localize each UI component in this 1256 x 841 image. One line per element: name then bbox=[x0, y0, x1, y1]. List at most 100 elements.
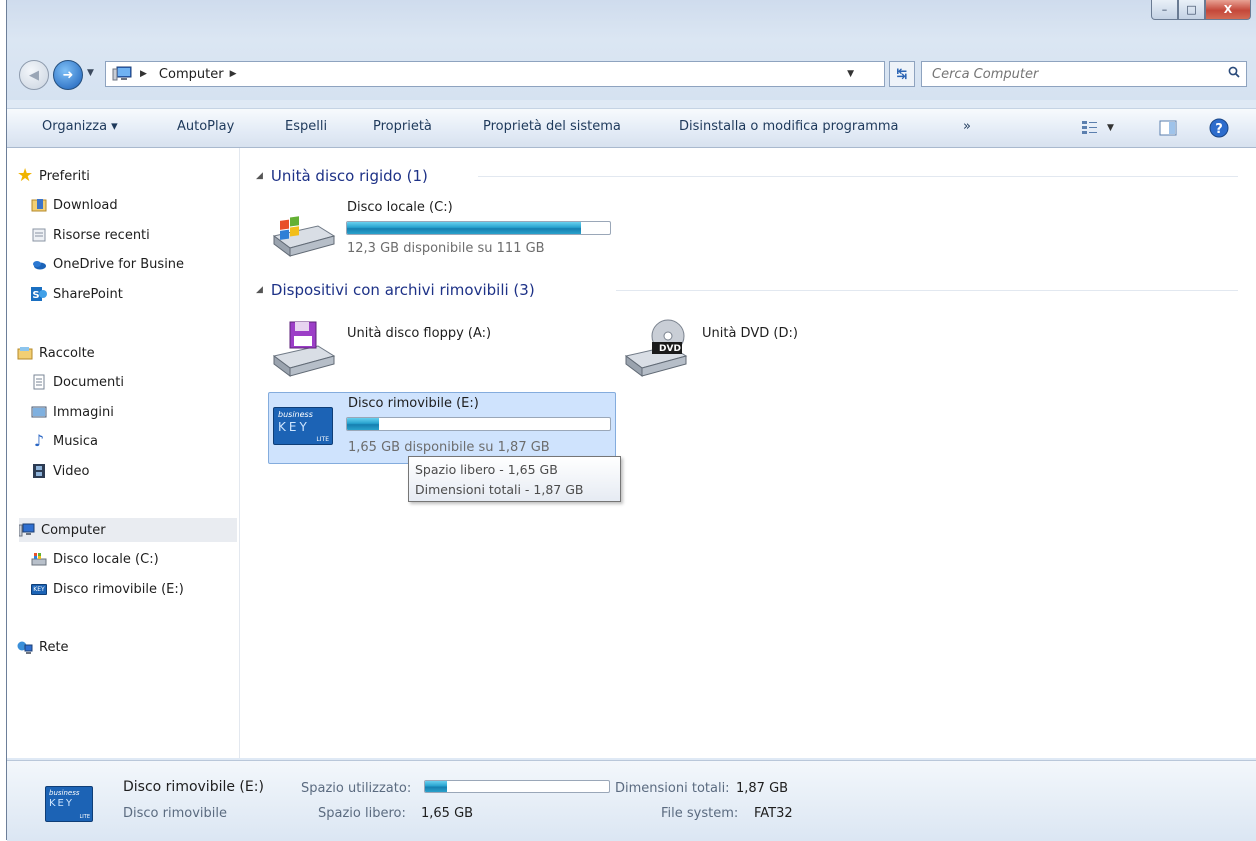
preview-pane-button[interactable] bbox=[1159, 116, 1177, 140]
eject-button[interactable]: Espelli bbox=[285, 119, 327, 134]
group-header-removable-devices[interactable]: ◢ Dispositivi con archivi rimovibili (3) bbox=[256, 280, 535, 300]
sidebar-item-label: Download bbox=[53, 197, 118, 213]
details-total-value: 1,87 GB bbox=[736, 781, 789, 796]
sidebar-item-label: Disco locale (C:) bbox=[53, 551, 159, 567]
sidebar-item-download[interactable]: Download bbox=[31, 193, 251, 217]
sidebar-item-music[interactable]: ♪ Musica bbox=[31, 429, 251, 453]
navigation-row: ◀ ➜ ▼ ▶ Computer ▶ ▼ ↹ Cerca Computer bbox=[19, 58, 1249, 90]
details-pane: business KEY LITE Disco rimovibile (E:) … bbox=[7, 760, 1256, 841]
collapse-triangle-icon[interactable]: ◢ bbox=[256, 171, 263, 181]
address-history-dropdown-icon[interactable]: ▼ bbox=[847, 69, 854, 79]
details-total-label: Dimensioni totali: bbox=[615, 781, 730, 796]
view-options-icon bbox=[1082, 121, 1097, 134]
star-icon: ★ bbox=[17, 165, 34, 186]
drive-local-disk-c[interactable]: Disco locale (C:) 12,3 GB disponibile su… bbox=[268, 200, 628, 270]
drive-free-space: 1,65 GB disponibile su 1,87 GB bbox=[348, 440, 550, 455]
forward-arrow-icon: ➜ bbox=[62, 67, 74, 83]
sidebar-item-recent[interactable]: Risorse recenti bbox=[31, 223, 251, 247]
view-dropdown-icon: ▼ bbox=[1107, 123, 1114, 133]
group-header-hard-disks[interactable]: ◢ Unità disco rigido (1) bbox=[256, 166, 428, 186]
logo-lite-text: LITE bbox=[316, 436, 329, 443]
breadcrumb-separator-icon[interactable]: ▶ bbox=[140, 69, 147, 79]
close-button[interactable]: X bbox=[1205, 0, 1251, 20]
breadcrumb-separator-icon[interactable]: ▶ bbox=[230, 69, 237, 79]
details-fs-label: File system: bbox=[661, 806, 739, 821]
business-key-icon: KEY bbox=[31, 581, 47, 597]
sidebar-item-local-disk[interactable]: Disco locale (C:) bbox=[31, 547, 251, 571]
sidebar-item-sharepoint[interactable]: S SharePoint bbox=[31, 282, 251, 306]
uninstall-program-button[interactable]: Disinstalla o modifica programma bbox=[679, 119, 899, 134]
hard-drive-windows-icon bbox=[272, 216, 336, 257]
help-button[interactable]: ? bbox=[1209, 116, 1229, 140]
more-commands-button[interactable]: » bbox=[963, 119, 971, 134]
sidebar-item-label: Risorse recenti bbox=[53, 227, 150, 243]
sidebar-item-pictures[interactable]: Immagini bbox=[31, 400, 251, 424]
group-header-label: Unità disco rigido (1) bbox=[270, 167, 428, 185]
details-usage-bar bbox=[424, 780, 610, 793]
recent-places-icon bbox=[31, 227, 47, 243]
details-used-label: Spazio utilizzato: bbox=[301, 781, 412, 796]
collapse-triangle-icon[interactable]: ◢ bbox=[256, 285, 263, 295]
search-box[interactable] bbox=[921, 61, 1247, 87]
sidebar-item-libraries[interactable]: Raccolte bbox=[17, 341, 237, 365]
sidebar-item-removable-disk[interactable]: KEY Disco rimovibile (E:) bbox=[31, 577, 251, 601]
drive-name: Unità DVD (D:) bbox=[702, 326, 798, 341]
sidebar-item-label: OneDrive for Busine bbox=[53, 256, 185, 272]
sidebar-item-network[interactable]: Rete bbox=[17, 635, 237, 659]
system-properties-button[interactable]: Proprietà del sistema bbox=[483, 119, 621, 134]
organize-menu[interactable]: Organizza ▾ bbox=[42, 119, 118, 134]
sidebar-item-label: Documenti bbox=[53, 374, 124, 390]
forward-button[interactable]: ➜ bbox=[53, 60, 83, 90]
sidebar-item-documents[interactable]: Documenti bbox=[31, 370, 251, 394]
refresh-icon: ↹ bbox=[896, 66, 908, 82]
maximize-button[interactable]: □ bbox=[1178, 0, 1205, 20]
sidebar-item-label: SharePoint bbox=[53, 286, 123, 302]
sidebar-item-label: Musica bbox=[53, 433, 98, 449]
drive-tooltip: Spazio libero - 1,65 GB Dimensioni total… bbox=[408, 456, 621, 502]
dvd-badge: DVD bbox=[659, 344, 681, 354]
sharepoint-icon: S bbox=[31, 286, 47, 302]
sidebar-item-computer[interactable]: Computer bbox=[19, 518, 237, 542]
recent-pages-dropdown-icon[interactable]: ▼ bbox=[87, 68, 94, 78]
drive-dvd-d[interactable]: DVD Unità DVD (D:) bbox=[624, 312, 874, 382]
logo-key-text: KEY bbox=[49, 798, 74, 809]
back-button[interactable]: ◀ bbox=[19, 60, 49, 90]
sidebar-item-label: Immagini bbox=[53, 404, 114, 420]
sidebar-item-video[interactable]: Video bbox=[31, 459, 251, 483]
address-bar[interactable]: ▶ Computer ▶ ▼ bbox=[105, 61, 885, 87]
caption-buttons: – □ X bbox=[1151, 0, 1251, 20]
local-disk-icon bbox=[31, 551, 47, 567]
sidebar-item-label: Preferiti bbox=[39, 168, 90, 184]
search-input[interactable] bbox=[930, 65, 1204, 83]
computer-icon bbox=[19, 522, 35, 538]
minimize-button[interactable]: – bbox=[1151, 0, 1178, 20]
drive-name: Unità disco floppy (A:) bbox=[347, 326, 492, 341]
business-key-logo-icon: business KEY LITE bbox=[273, 407, 333, 445]
disk-usage-fill bbox=[347, 222, 582, 234]
drive-name: Disco rimovibile (E:) bbox=[348, 396, 479, 411]
computer-icon bbox=[112, 66, 134, 82]
window-chrome: – □ X ◀ ➜ ▼ ▶ Computer ▶ ▼ ↹ Cerca Compu… bbox=[7, 0, 1256, 100]
floppy-drive-icon bbox=[272, 321, 336, 377]
change-view-button[interactable]: ▼ bbox=[1081, 116, 1114, 140]
svg-text:?: ? bbox=[1215, 122, 1223, 137]
drive-removable-e[interactable]: business KEY LITE Disco rimovibile (E:) … bbox=[268, 392, 616, 464]
command-bar: Organizza ▾ AutoPlay Espelli Proprietà P… bbox=[7, 108, 1256, 148]
group-header-label: Dispositivi con archivi rimovibili (3) bbox=[270, 281, 535, 299]
refresh-button[interactable]: ↹ bbox=[889, 61, 915, 87]
disk-usage-bar bbox=[346, 417, 611, 431]
drive-floppy-a[interactable]: Unità disco floppy (A:) bbox=[268, 312, 598, 382]
autoplay-button[interactable]: AutoPlay bbox=[177, 119, 234, 134]
sidebar-item-label: Computer bbox=[41, 522, 106, 538]
sidebar-item-onedrive[interactable]: OneDrive for Busine bbox=[31, 252, 251, 276]
pictures-icon bbox=[31, 404, 47, 420]
network-icon bbox=[17, 639, 33, 655]
drive-name: Disco locale (C:) bbox=[347, 200, 453, 215]
properties-button[interactable]: Proprietà bbox=[373, 119, 432, 134]
explorer-window: – □ X ◀ ➜ ▼ ▶ Computer ▶ ▼ ↹ Cerca Compu… bbox=[6, 0, 1256, 841]
sidebar-item-label: Disco rimovibile (E:) bbox=[53, 581, 184, 597]
sidebar-item-label: Rete bbox=[39, 639, 69, 655]
search-icon[interactable] bbox=[1228, 66, 1240, 78]
breadcrumb-computer[interactable]: Computer bbox=[159, 67, 224, 82]
sidebar-item-favorites[interactable]: ★ Preferiti bbox=[17, 164, 237, 188]
